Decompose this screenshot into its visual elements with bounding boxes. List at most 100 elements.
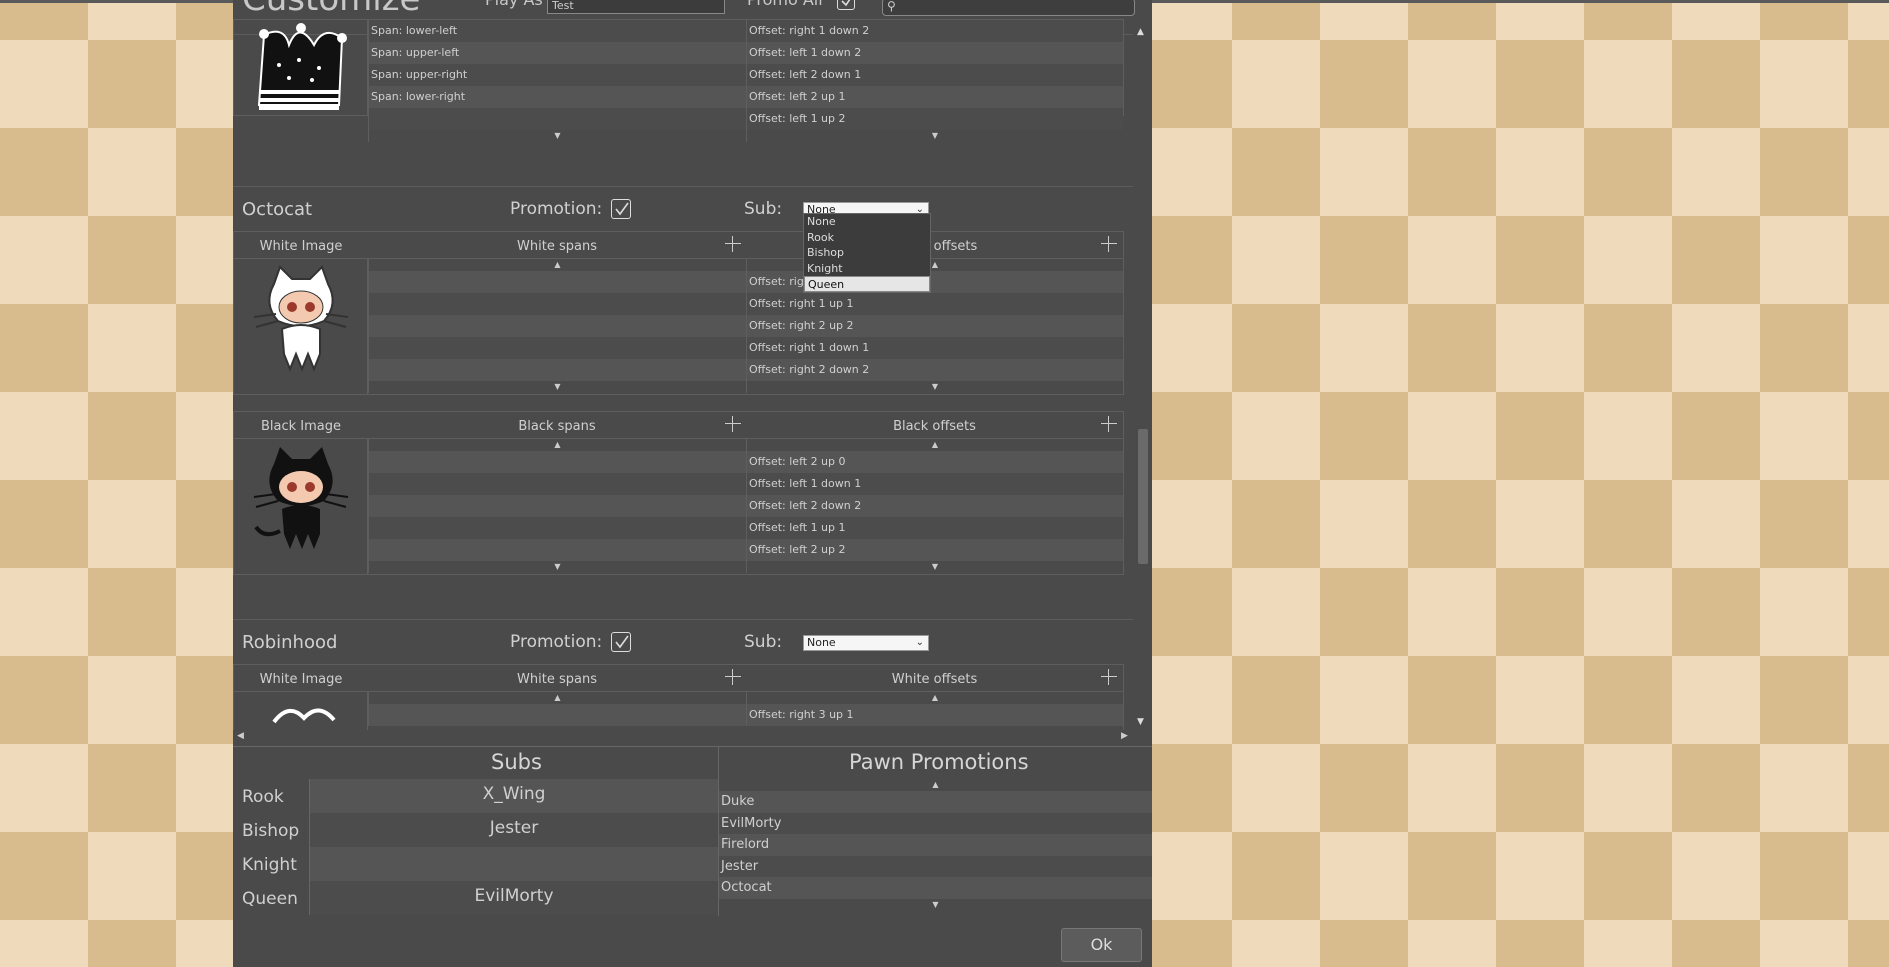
list-item[interactable]: Offset: left 1 down 2: [747, 42, 1123, 64]
add-white-span-plus-icon[interactable]: [725, 669, 741, 685]
promotion-checkbox[interactable]: [611, 632, 631, 652]
black-spans-list[interactable]: ▲ ▼: [368, 438, 746, 573]
list-item[interactable]: Offset: left 2 down 1: [747, 64, 1123, 86]
sub-select[interactable]: None ⌄: [803, 635, 929, 651]
pieces-scroll-pane[interactable]: Customize ⓘ Play As Test Promo All ⚲: [233, 0, 1152, 744]
promo-all-label: Promo All: [747, 0, 823, 9]
list-item[interactable]: Offset: left 2 down 2: [747, 495, 1123, 517]
scrollbar-thumb[interactable]: [1138, 429, 1148, 564]
add-white-offset-plus-icon[interactable]: [1101, 236, 1117, 252]
subs-value[interactable]: Jester: [310, 813, 718, 847]
ok-button[interactable]: Ok: [1061, 928, 1142, 962]
play-as-select[interactable]: Test: [547, 0, 725, 14]
add-white-span-plus-icon[interactable]: [725, 236, 741, 252]
list-item[interactable]: [369, 271, 746, 293]
search-input[interactable]: ⚲: [882, 0, 1135, 16]
dropdown-option[interactable]: Knight: [804, 261, 930, 277]
list-item[interactable]: [369, 451, 746, 473]
list-item[interactable]: [369, 495, 746, 517]
subs-row: Bishop Jester: [233, 813, 718, 847]
dropdown-option-highlighted[interactable]: Queen: [804, 276, 930, 292]
subs-row: Rook X_Wing: [233, 779, 718, 813]
list-item[interactable]: Offset: right 2 up 2: [747, 315, 1123, 337]
horizontal-scrollbar[interactable]: ◀ ▶: [233, 730, 1133, 744]
promotion-checkbox[interactable]: [611, 199, 631, 219]
scroll-up-arrow-icon[interactable]: ▲: [369, 439, 746, 451]
dropdown-option[interactable]: Rook: [804, 230, 930, 246]
list-item[interactable]: Offset: right 3 up 1: [747, 704, 1123, 726]
list-item[interactable]: Offset: left 2 up 0: [747, 451, 1123, 473]
list-item[interactable]: Offset: right 1 up 1: [747, 293, 1123, 315]
scroll-down-arrow-icon[interactable]: ▼: [719, 899, 1152, 911]
list-item[interactable]: Firelord: [719, 834, 1152, 856]
promo-all-checkbox[interactable]: [837, 0, 855, 10]
list-item[interactable]: Span: lower-left: [369, 20, 746, 42]
list-item[interactable]: [369, 359, 746, 381]
list-item[interactable]: [369, 539, 746, 561]
scroll-up-arrow-icon[interactable]: ▲: [719, 779, 1152, 791]
subs-key: Queen: [242, 889, 298, 909]
octocat-black-grid: Black Image Black spans Black offsets ▲ …: [233, 411, 1124, 575]
subs-value[interactable]: X_Wing: [310, 779, 718, 813]
list-item[interactable]: Offset: right 2 down 2: [747, 359, 1123, 381]
scroll-down-arrow-icon[interactable]: ▼: [369, 381, 746, 393]
scroll-right-arrow-icon[interactable]: ▶: [1121, 731, 1128, 741]
list-item[interactable]: EvilMorty: [719, 812, 1152, 835]
jester-spans-list[interactable]: Span: lower-left Span: upper-left Span: …: [368, 20, 746, 142]
scroll-down-arrow-icon[interactable]: ▼: [747, 561, 1123, 573]
dropdown-option[interactable]: None: [804, 214, 930, 230]
robinhood-header-row: Robinhood Promotion: Sub: None ⌄: [233, 620, 1133, 664]
white-spans-list[interactable]: ▲: [368, 691, 746, 726]
scroll-up-arrow-icon[interactable]: ▲: [369, 259, 746, 271]
scroll-down-arrow-icon[interactable]: ▼: [369, 561, 746, 573]
scroll-up-arrow-icon[interactable]: ▲: [369, 692, 746, 704]
add-black-span-plus-icon[interactable]: [725, 416, 741, 432]
black-offsets-list[interactable]: ▲ Offset: left 2 up 0 Offset: left 1 dow…: [746, 438, 1123, 573]
list-item[interactable]: [369, 337, 746, 359]
scroll-down-arrow-icon[interactable]: ▼: [747, 130, 1123, 142]
list-item[interactable]: Offset: left 2 up 2: [747, 539, 1123, 561]
add-black-offset-plus-icon[interactable]: [1101, 416, 1117, 432]
list-item[interactable]: [369, 315, 746, 337]
list-item[interactable]: Span: upper-left: [369, 42, 746, 64]
black-offsets-header: Black offsets: [893, 419, 976, 434]
dropdown-option[interactable]: Bishop: [804, 245, 930, 261]
white-offsets-list[interactable]: ▲ Offset: right 3 up 1: [746, 691, 1123, 726]
list-item[interactable]: Jester: [719, 855, 1152, 878]
scroll-up-arrow-icon[interactable]: ▲: [747, 439, 1123, 451]
list-item[interactable]: [369, 704, 746, 726]
white-spans-list[interactable]: ▲ ▼: [368, 258, 746, 393]
subs-value[interactable]: [310, 847, 718, 881]
list-item[interactable]: Offset: left 1 up 1: [747, 517, 1123, 539]
sub-dropdown-menu[interactable]: None Rook Bishop Knight Queen: [803, 213, 931, 293]
scroll-down-arrow-icon[interactable]: ▼: [1137, 717, 1144, 727]
list-item[interactable]: Octocat: [719, 877, 1152, 899]
pawn-promotions-list[interactable]: ▲ Duke EvilMorty Firelord Jester Octocat…: [719, 779, 1152, 911]
white-spans-header: White spans: [517, 672, 597, 687]
list-item[interactable]: Offset: right 1 down 2: [747, 20, 1123, 42]
scroll-down-arrow-icon[interactable]: ▼: [747, 381, 1123, 393]
list-item[interactable]: Offset: left 1 up 2: [747, 108, 1123, 130]
scroll-down-arrow-icon[interactable]: ▼: [369, 130, 746, 142]
list-item[interactable]: Span: upper-right: [369, 64, 746, 86]
list-item[interactable]: [369, 473, 746, 495]
divider: [233, 746, 1152, 747]
octocat-black-image: [234, 438, 368, 575]
list-item[interactable]: [369, 108, 746, 130]
list-item[interactable]: Offset: left 1 down 1: [747, 473, 1123, 495]
list-item[interactable]: Duke: [719, 791, 1152, 813]
scroll-up-arrow-icon[interactable]: ▲: [747, 692, 1123, 704]
scroll-left-arrow-icon[interactable]: ◀: [237, 731, 244, 741]
list-item[interactable]: [369, 517, 746, 539]
list-item[interactable]: [369, 293, 746, 315]
black-image-header: Black Image: [260, 419, 342, 434]
jester-image: [234, 20, 368, 115]
scroll-up-arrow-icon[interactable]: ▲: [1137, 27, 1144, 37]
list-item[interactable]: Span: lower-right: [369, 86, 746, 108]
subs-value[interactable]: EvilMorty: [310, 881, 718, 915]
list-item[interactable]: Offset: left 2 up 1: [747, 86, 1123, 108]
add-white-offset-plus-icon[interactable]: [1101, 669, 1117, 685]
list-item[interactable]: Offset: right 1 down 1: [747, 337, 1123, 359]
jester-offsets-list[interactable]: Offset: right 1 down 2 Offset: left 1 do…: [746, 20, 1123, 142]
vertical-scrollbar[interactable]: ▲ ▼: [1133, 25, 1152, 731]
